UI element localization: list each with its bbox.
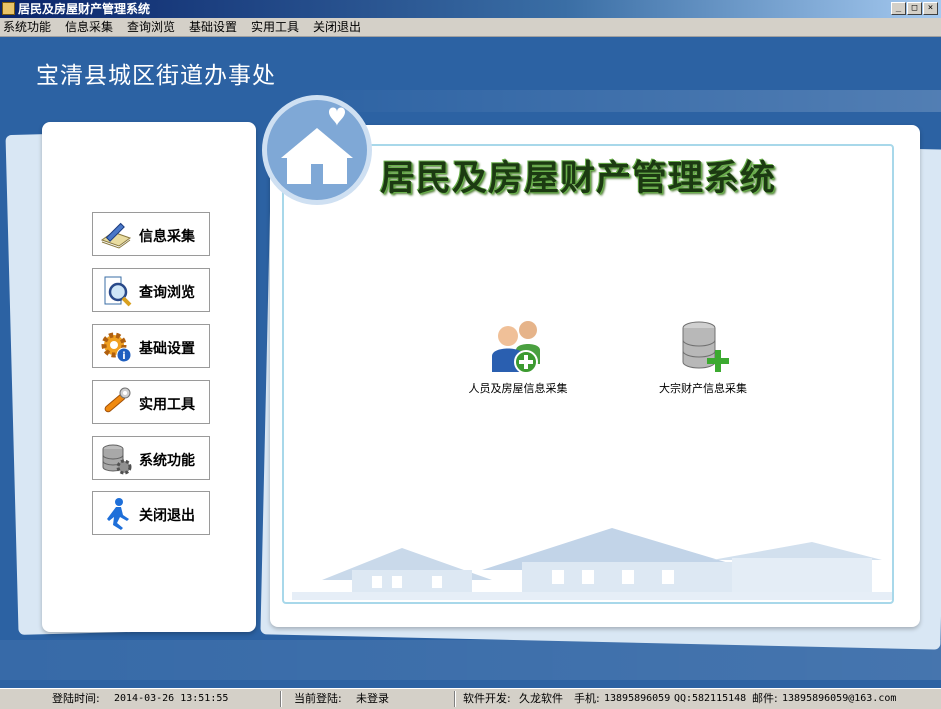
window-title: 居民及房屋财产管理系统 <box>18 2 151 16</box>
nav-info-collect-button[interactable]: 信息采集 <box>92 212 210 256</box>
org-title: 宝清县城区街道办事处 <box>36 63 276 89</box>
magnifier-document-icon <box>104 276 132 307</box>
running-man-icon <box>107 498 129 530</box>
database-gear-icon <box>102 444 132 475</box>
houses-illustration <box>292 528 892 600</box>
close-button[interactable]: × <box>923 2 938 15</box>
status-separator <box>280 691 282 707</box>
nav-query-button[interactable]: 查询浏览 <box>92 268 210 312</box>
phone-value: 13895896059 <box>604 693 671 704</box>
status-separator <box>454 691 456 707</box>
nav-label: 基础设置 <box>139 341 195 357</box>
menu-query[interactable]: 查询浏览 <box>127 19 175 35</box>
developer-label: 软件开发: <box>463 692 511 705</box>
email-value: 13895896059@163.com <box>782 693 897 704</box>
feature-person-house-collect[interactable]: 人员及房屋信息采集 <box>462 318 574 396</box>
login-time-label: 登陆时间: <box>52 692 100 705</box>
nav-label: 实用工具 <box>139 397 195 413</box>
users-add-icon <box>492 321 540 374</box>
status-bar: 登陆时间: 2014-03-26 13:51:55 当前登陆: 未登录 软件开发… <box>0 688 941 709</box>
house-icon <box>281 107 353 184</box>
developer-name: 久龙软件 <box>519 692 563 705</box>
system-title: 居民及房屋财产管理系统 <box>380 159 777 199</box>
nav-label: 关闭退出 <box>139 508 195 524</box>
nav-label: 查询浏览 <box>139 285 195 301</box>
wrench-icon <box>104 387 131 413</box>
decor-stripe <box>0 90 941 112</box>
menu-system[interactable]: 系统功能 <box>3 19 51 35</box>
email-label: 邮件: <box>752 692 778 705</box>
nav-label: 信息采集 <box>139 229 195 245</box>
nav-system-button[interactable]: 系统功能 <box>92 436 210 480</box>
feature-bulk-property-collect[interactable]: 大宗财产信息采集 <box>648 320 758 396</box>
nav-exit-button[interactable]: 关闭退出 <box>92 491 210 535</box>
menu-info-collect[interactable]: 信息采集 <box>65 19 113 35</box>
menu-exit[interactable]: 关闭退出 <box>313 19 361 35</box>
menu-tools[interactable]: 实用工具 <box>251 19 299 35</box>
feature-label: 人员及房屋信息采集 <box>468 382 568 395</box>
database-add-icon <box>682 321 729 372</box>
current-user-value: 未登录 <box>356 692 389 705</box>
minimize-button[interactable]: _ <box>891 2 906 15</box>
maximize-button[interactable]: □ <box>907 2 922 15</box>
nav-settings-button[interactable]: i 基础设置 <box>92 324 210 368</box>
pen-paper-icon <box>100 222 132 249</box>
phone-label: 手机: <box>574 692 600 705</box>
feature-label: 大宗财产信息采集 <box>659 382 747 395</box>
qq-value: 582115148 <box>692 693 747 704</box>
house-logo <box>262 95 372 205</box>
menu-settings[interactable]: 基础设置 <box>189 19 237 35</box>
nav-tools-button[interactable]: 实用工具 <box>92 380 210 424</box>
title-bar: 居民及房屋财产管理系统 _ □ × <box>0 0 941 18</box>
login-time-value: 2014-03-26 13:51:55 <box>114 693 229 704</box>
svg-text:i: i <box>122 351 125 362</box>
app-icon <box>2 2 15 15</box>
qq-label: QQ: <box>674 693 693 704</box>
nav-label: 系统功能 <box>139 453 195 469</box>
current-user-label: 当前登陆: <box>294 692 342 705</box>
menu-bar: 系统功能 信息采集 查询浏览 基础设置 实用工具 关闭退出 <box>0 18 941 37</box>
sidebar-panel <box>42 122 256 632</box>
gear-info-icon: i <box>101 332 132 363</box>
